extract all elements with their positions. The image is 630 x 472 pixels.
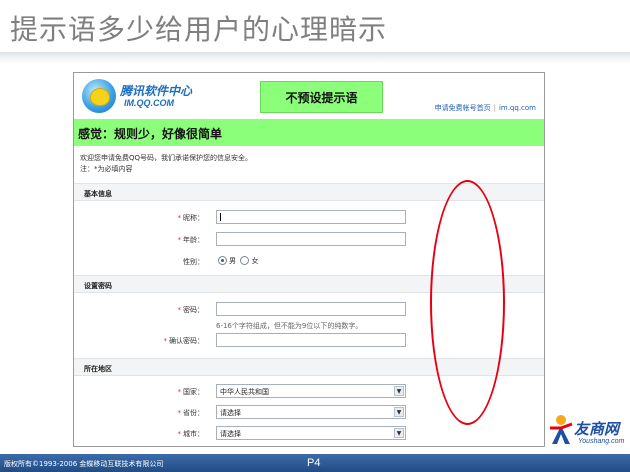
password-row: * 密码： (74, 302, 414, 318)
red-annotation-ellipse (430, 180, 505, 425)
apply-free-account-link[interactable]: 申请免费帐号首页 (435, 104, 491, 112)
nickname-label: 昵称： (183, 214, 204, 222)
required-star: * (177, 388, 182, 396)
logo-cn-text: 腾讯软件中心 (120, 84, 193, 98)
city-select[interactable]: 请选择 ▼ (216, 426, 406, 440)
chevron-down-icon[interactable]: ▼ (394, 386, 404, 396)
welcome-text: 欢迎您申请免费QQ号码，我们承诺保护您的信息安全。 注：*为必填内容 (80, 153, 252, 175)
password-label: 密码： (183, 306, 204, 314)
age-label: 年龄： (183, 236, 204, 244)
city-label: 城市： (183, 430, 204, 438)
required-star: * (177, 236, 182, 244)
province-selected-value: 请选择 (220, 409, 241, 417)
gender-label: 性别： (183, 258, 204, 266)
gender-female-label: 女 (251, 257, 259, 265)
nickname-input[interactable] (216, 210, 406, 224)
gender-male-radio[interactable] (218, 256, 227, 265)
required-note: 注：*为必填内容 (80, 165, 133, 173)
confirm-password-row: * 确认密码： (74, 333, 414, 349)
chevron-down-icon[interactable]: ▼ (394, 407, 404, 417)
required-star: * (177, 306, 182, 314)
qq-penguin-icon (82, 79, 116, 113)
link-separator: | (493, 104, 496, 112)
slide-title: 提示语多少给用户的心理暗示 (10, 13, 388, 46)
text-cursor (220, 213, 221, 221)
gender-row: 性别： 男 女 (74, 254, 414, 270)
password-input[interactable] (216, 302, 406, 316)
confirm-password-input[interactable] (216, 333, 406, 347)
country-row: * 国家： 中华人民共和国 ▼ (74, 384, 414, 400)
age-row: * 年龄： (74, 232, 414, 248)
password-hint: 6-16个字符组成，但不能为9位以下的纯数字。 (216, 322, 363, 330)
page-number: P4 (307, 457, 321, 469)
required-star: * (163, 337, 168, 345)
copyright-text: 版权所有©1993-2006 金蝶移动互联技术有限公司 (4, 460, 164, 468)
welcome-message: 欢迎您申请免费QQ号码，我们承诺保护您的信息安全。 (80, 154, 253, 162)
callout-feeling: 感觉：规则少，好像很简单 (74, 119, 544, 146)
required-star: * (177, 430, 182, 438)
title-divider (0, 52, 630, 64)
brand-name-en: Youshang.com (578, 438, 625, 445)
country-label: 国家： (183, 388, 204, 396)
youshang-logo: 友商网 Youshang.com (548, 412, 628, 454)
required-star: * (177, 214, 182, 222)
nickname-row: * 昵称： (74, 210, 414, 226)
gender-options: 男 女 (218, 256, 258, 266)
province-label: 省份： (183, 409, 204, 417)
brand-name-cn: 友商网 (574, 420, 620, 438)
city-row: * 城市： 请选择 ▼ (74, 426, 414, 442)
country-select[interactable]: 中华人民共和国 ▼ (216, 384, 406, 398)
callout-no-preset-hint: 不预设提示语 (260, 81, 383, 113)
qq-software-center-logo[interactable]: 腾讯软件中心 IM.QQ.COM (82, 79, 222, 119)
gender-male-label: 男 (229, 257, 236, 265)
country-selected-value: 中华人民共和国 (220, 388, 269, 396)
top-links: 申请免费帐号首页 | im.qq.com (435, 103, 536, 113)
age-input[interactable] (216, 232, 406, 246)
chevron-down-icon[interactable]: ▼ (394, 428, 404, 438)
required-star: * (177, 409, 182, 417)
province-row: * 省份： 请选择 ▼ (74, 405, 414, 421)
confirm-password-label: 确认密码： (169, 337, 204, 345)
running-figure-icon (550, 415, 573, 444)
city-selected-value: 请选择 (220, 430, 241, 438)
logo-en-text: IM.QQ.COM (124, 98, 174, 108)
im-qq-link[interactable]: im.qq.com (499, 104, 536, 112)
gender-female-radio[interactable] (240, 256, 250, 265)
province-select[interactable]: 请选择 ▼ (216, 405, 406, 419)
